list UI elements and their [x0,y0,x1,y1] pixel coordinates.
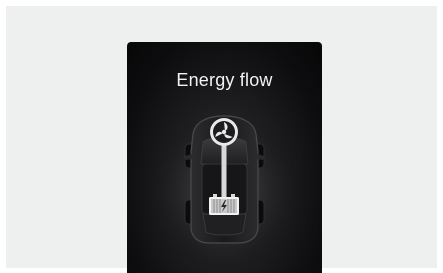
energy-flow-diagram [139,112,309,272]
energy-flow-screen: Energy flow [127,42,322,273]
battery-icon [209,194,239,215]
page: Energy flow [0,0,443,273]
motor-fan-icon [210,118,238,146]
